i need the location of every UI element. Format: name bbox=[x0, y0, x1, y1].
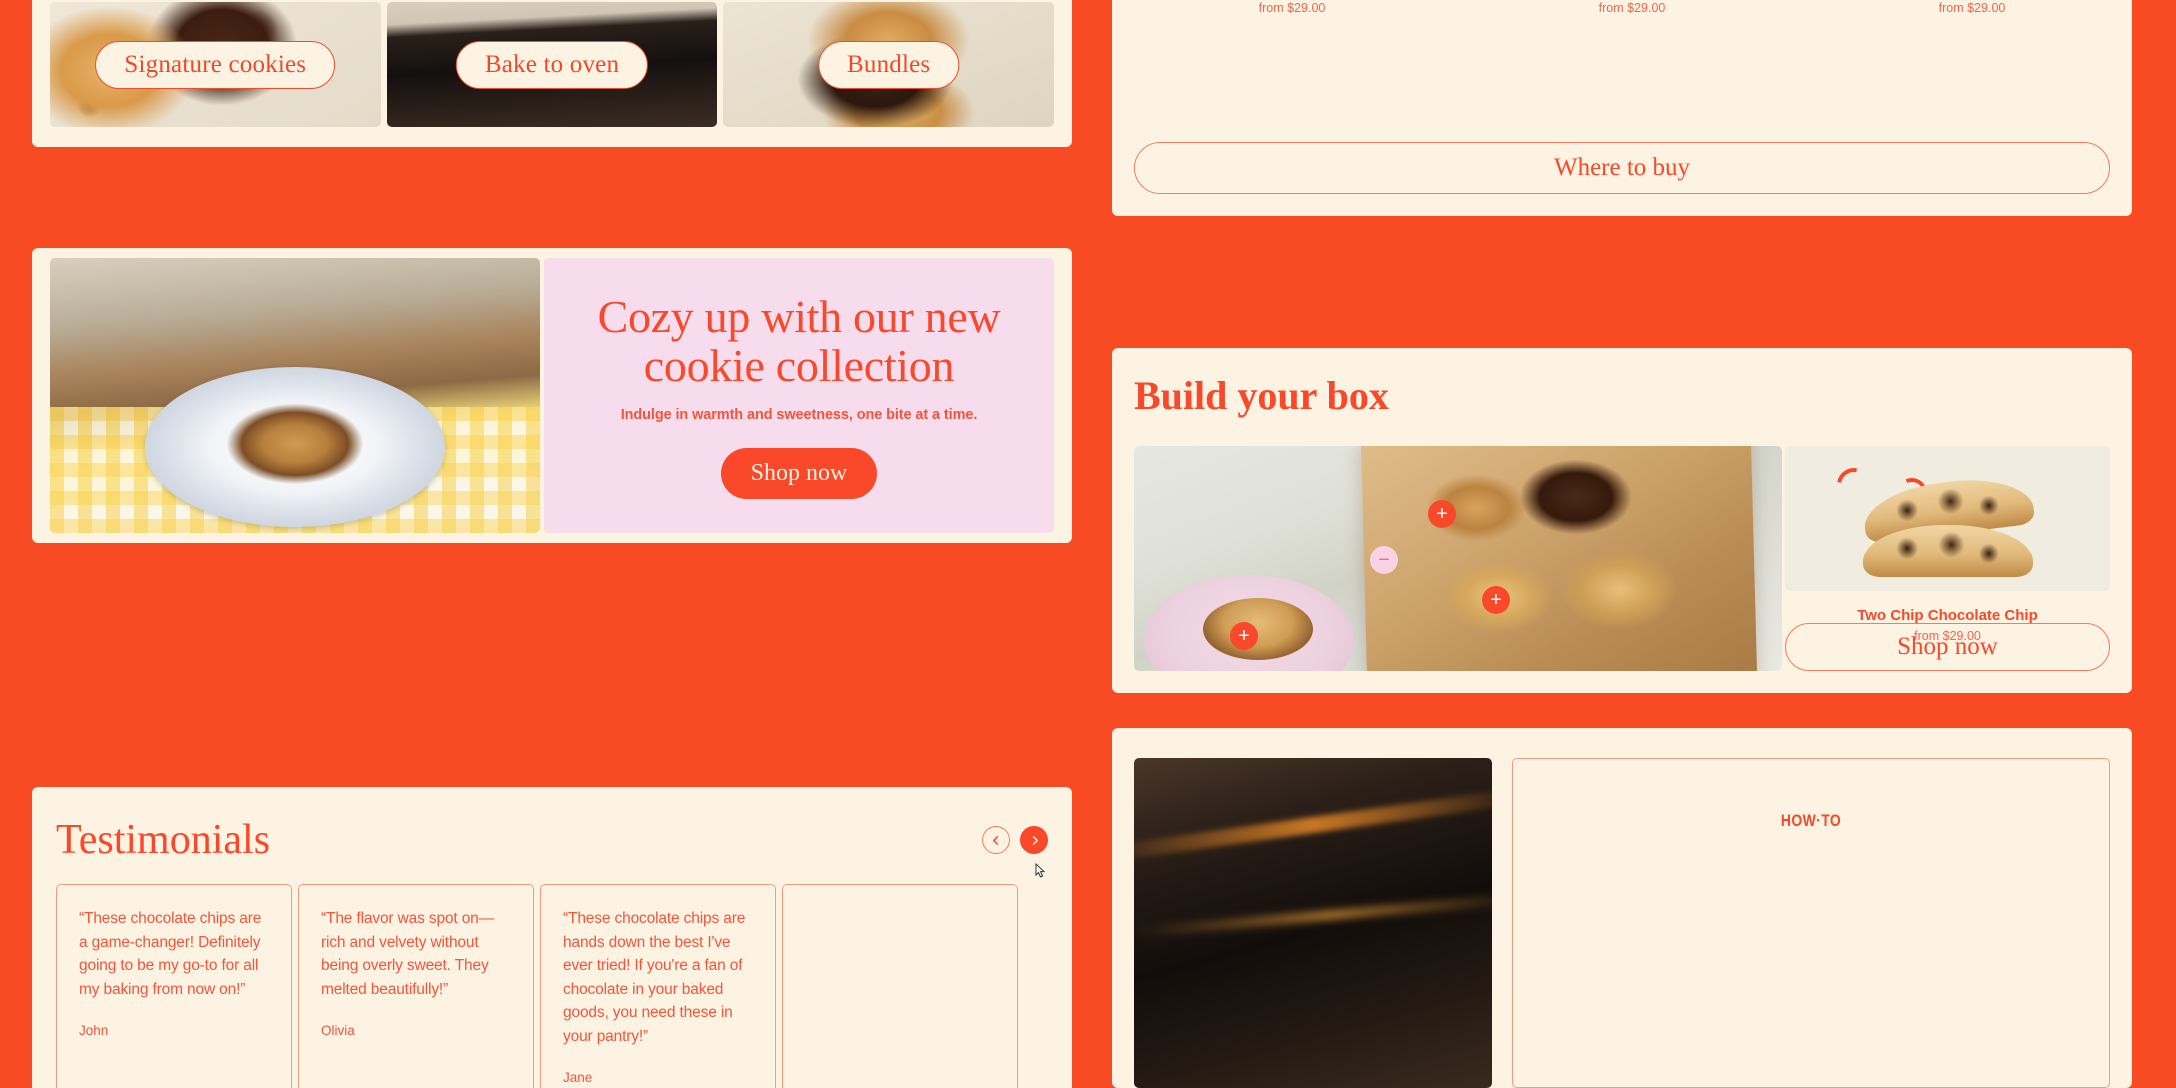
hero-promo-card: Cozy up with our new cookie collection I… bbox=[32, 248, 1072, 543]
oven-photo bbox=[1134, 758, 1492, 1088]
add-cookie-hotspot[interactable]: + bbox=[1482, 586, 1510, 614]
testimonials-header: Testimonials bbox=[56, 811, 1048, 869]
category-tile-bundles[interactable]: Bundles bbox=[723, 2, 1055, 127]
add-cookie-hotspot[interactable]: + bbox=[1428, 500, 1456, 528]
category-tile-label: Signature cookies bbox=[95, 40, 336, 89]
product-item[interactable]: Two chip chocolate chip from $29.00 bbox=[1134, 0, 1450, 15]
product-price: from $29.00 bbox=[1598, 1, 1666, 15]
hero-copy-panel: Cozy up with our new cookie collection I… bbox=[544, 258, 1054, 533]
testimonial-author: John bbox=[79, 1023, 109, 1039]
hero-subtitle: Indulge in warmth and sweetness, one bit… bbox=[620, 407, 978, 424]
chevron-left-icon[interactable] bbox=[982, 826, 1010, 854]
cookies-in-box bbox=[1396, 460, 1706, 645]
featured-product-thumbnail bbox=[1785, 446, 2110, 591]
how-to-label: HOW·TO bbox=[1780, 811, 1842, 830]
testimonial-quote: “These chocolate chips are a game-change… bbox=[79, 910, 262, 998]
product-item-partial[interactable] bbox=[2154, 0, 2176, 15]
stacked-cookie-photo bbox=[1859, 471, 2036, 577]
page-root: Signature cookies Bake to oven Bundles C… bbox=[0, 0, 2176, 1088]
how-to-panel[interactable]: HOW·TO bbox=[1512, 758, 2110, 1088]
testimonials-title: Testimonials bbox=[56, 817, 271, 863]
product-price: from $29.00 bbox=[1938, 1, 2006, 15]
testimonial-quote: “These chocolate chips are hands down th… bbox=[563, 910, 746, 1045]
category-grid: Signature cookies Bake to oven Bundles bbox=[50, 2, 1055, 127]
testimonials-track: “These chocolate chips are a game-change… bbox=[56, 884, 1072, 1088]
category-tile-label: Bake to oven bbox=[455, 40, 649, 89]
build-your-box-photo: + − + + bbox=[1134, 446, 1782, 671]
remove-cookie-hotspot[interactable]: − bbox=[1370, 546, 1398, 574]
testimonial-item: “These chocolate chips are a game-change… bbox=[56, 884, 292, 1088]
category-tile-bake-to-oven[interactable]: Bake to oven bbox=[386, 2, 718, 127]
category-card: Signature cookies Bake to oven Bundles bbox=[32, 0, 1072, 147]
featured-shop-now-button[interactable]: Shop now bbox=[1785, 623, 2110, 671]
product-price: from $29.00 bbox=[1258, 1, 1326, 15]
build-your-box-card: Build your box + − + + Two Chip Chocolat… bbox=[1112, 348, 2132, 693]
testimonials-carousel-controls bbox=[982, 826, 1048, 854]
product-item[interactable]: Caramel chocolate chip from $29.00 bbox=[1474, 0, 1790, 15]
add-cookie-hotspot[interactable]: + bbox=[1230, 622, 1258, 650]
testimonials-card: Testimonials “These chocolate chips are … bbox=[32, 787, 1072, 1088]
product-item[interactable]: Dark chocolate chocolate chip from $29.0… bbox=[1814, 0, 2130, 15]
testimonial-quote: “The flavor was spot on—rich and velvety… bbox=[321, 910, 495, 998]
hero-title: Cozy up with our new cookie collection bbox=[597, 290, 1001, 391]
category-tile-signature-cookies[interactable]: Signature cookies bbox=[50, 2, 381, 127]
testimonial-item: “The flavor was spot on—rich and velvety… bbox=[298, 884, 534, 1088]
hero-shop-now-button[interactable]: Shop now bbox=[720, 448, 878, 500]
hero-cookie-photo bbox=[50, 258, 540, 533]
product-collection-card: Two chip chocolate chip from $29.00 Cara… bbox=[1112, 0, 2132, 216]
testimonial-item: “These chocolate chips are hands down th… bbox=[540, 884, 776, 1088]
category-tile-label: Bundles bbox=[817, 40, 960, 89]
chevron-right-icon[interactable] bbox=[1020, 826, 1048, 854]
testimonial-author: Olivia bbox=[321, 1023, 355, 1039]
featured-product-name: Two Chip Chocolate Chip bbox=[1857, 607, 2038, 624]
how-to-card: HOW·TO bbox=[1112, 728, 2132, 1088]
where-to-buy-button[interactable]: Where to buy bbox=[1134, 142, 2110, 194]
testimonial-item-partial bbox=[782, 884, 1018, 1088]
product-grid: Two chip chocolate chip from $29.00 Cara… bbox=[1134, 0, 2176, 15]
testimonial-author: Jane bbox=[563, 1070, 593, 1086]
build-your-box-title: Build your box bbox=[1134, 373, 1389, 418]
